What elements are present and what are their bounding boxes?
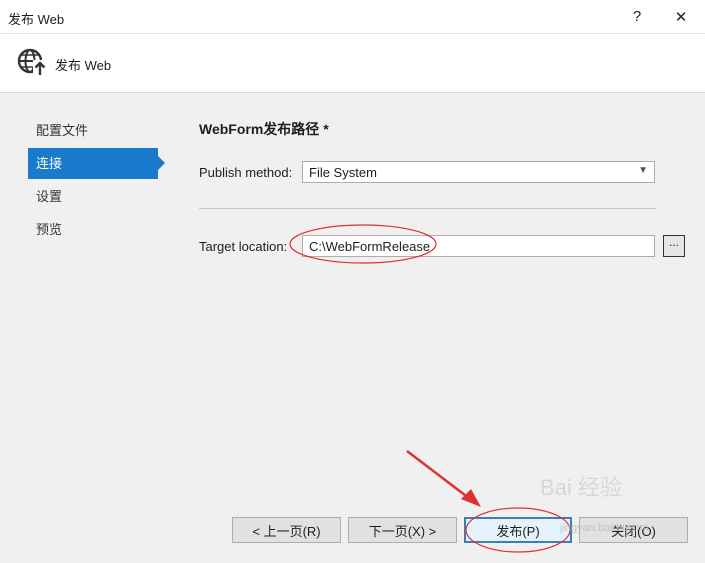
prev-button[interactable]: < 上一页(R) [232,517,341,543]
publish-button-label: 发布(P) [496,523,540,539]
close-icon: ✕ [674,8,688,26]
help-button[interactable]: ? [617,0,657,33]
publish-method-label: Publish method: [199,165,293,180]
target-location-input[interactable] [302,235,655,257]
nav-item-connection[interactable]: 连接 [28,148,165,179]
nav-item-label: 连接 [36,156,63,171]
next-button-label: 下一页(X) > [368,523,437,539]
nav-item-label: 设置 [36,189,63,204]
watermark-sub: jingyan.baidu.com [560,522,649,534]
window-title: 发布 Web [8,12,65,27]
header-title: 发布 Web [55,58,112,73]
next-button[interactable]: 下一页(X) > [348,517,457,543]
section-title: WebForm发布路径 * [199,121,329,137]
nav-item-profile[interactable]: 配置文件 [28,115,168,146]
chevron-down-icon: ▼ [638,165,648,176]
nav-item-settings[interactable]: 设置 [28,181,168,212]
target-location-label: Target location: [199,239,288,254]
close-window-button[interactable]: ✕ [661,0,701,33]
divider [199,208,656,209]
help-icon: ? [632,8,642,25]
browse-button[interactable]: ... [663,235,685,257]
dialog-header: 发布 Web [0,33,705,92]
publish-button[interactable]: 发布(P) [464,517,572,543]
browse-label: ... [668,235,679,249]
publish-method-value: File System [309,165,377,180]
nav-item-label: 预览 [36,222,63,237]
title-bar: 发布 Web ? ✕ [0,0,705,33]
watermark: Bai 经验 [540,475,622,500]
globe-publish-icon [17,48,46,76]
nav-item-label: 配置文件 [36,123,89,138]
publish-method-select[interactable]: File System ▼ [302,161,655,183]
prev-button-label: < 上一页(R) [252,523,321,539]
nav-item-preview[interactable]: 预览 [28,214,168,245]
step-nav: 配置文件 连接 设置 预览 [28,115,168,247]
